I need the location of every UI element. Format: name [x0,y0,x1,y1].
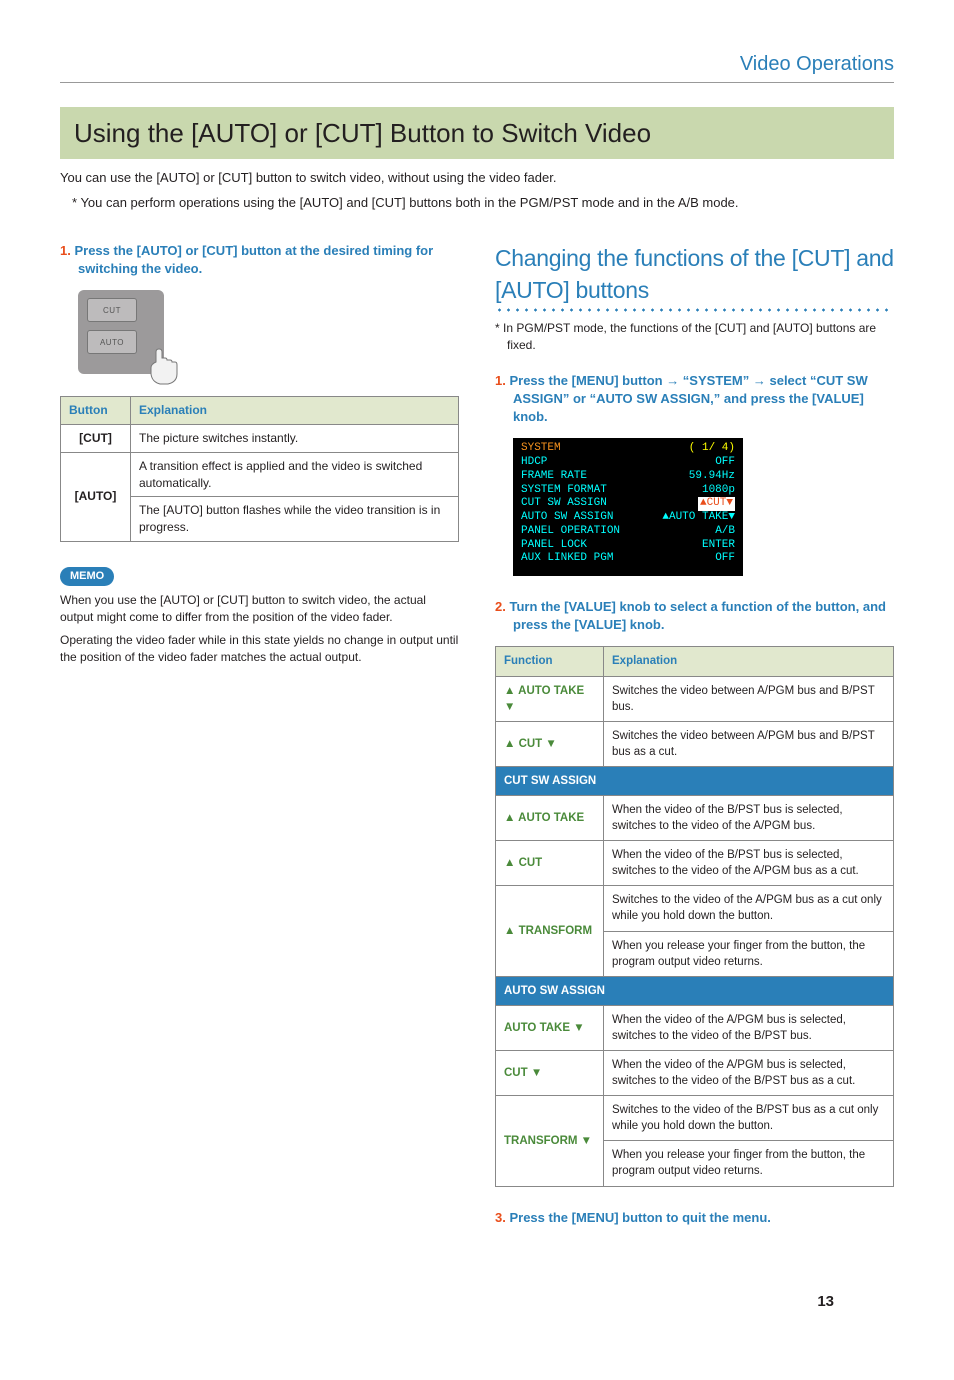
table-row-label: [CUT] [61,424,131,452]
table-row-value: The [AUTO] button flashes while the vide… [131,497,459,542]
menu-item: FRAME RATE [521,470,587,484]
func-explain: When you release your finger from the bu… [604,1141,894,1186]
table-row-label: [AUTO] [61,452,131,541]
func-name: ▲ AUTO TAKE [496,795,604,840]
menu-item: SYSTEM FORMAT [521,484,607,498]
menu-value: ▲AUTO TAKE▼ [662,511,735,525]
func-explain: When you release your finger from the bu… [604,931,894,976]
func-name: ▲ AUTO TAKE ▼ [496,676,604,721]
func-explain: When the video of the A/PGM bus is selec… [604,1051,894,1096]
menu-item: AUTO SW ASSIGN [521,511,613,525]
menu-value: OFF [715,552,735,566]
func-explain: When the video of the B/PST bus is selec… [604,841,894,886]
table-header: Explanation [131,397,459,425]
func-explain: Switches to the video of the A/PGM bus a… [604,886,894,931]
menu-value-highlighted: ▲CUT▼ [698,497,735,511]
func-explain: Switches the video between A/PGM bus and… [604,676,894,721]
page-header: Video Operations [60,50,894,83]
menu-value: OFF [715,456,735,470]
menu-item: PANEL LOCK [521,539,587,553]
menu-item: PANEL OPERATION [521,525,620,539]
table-row-value: The picture switches instantly. [131,424,459,452]
hand-pointer-icon [146,344,182,386]
step-text: Press the [AUTO] or [CUT] button at the … [74,243,433,276]
step-text: Press the [MENU] button → “SYSTEM” → sel… [509,373,867,424]
menu-value: A/B [715,525,735,539]
intro-note: You can perform operations using the [AU… [72,194,894,212]
menu-value: ENTER [702,539,735,553]
function-table: Function Explanation ▲ AUTO TAKE ▼ Switc… [495,646,894,1186]
subsection-note: In PGM/PST mode, the functions of the [C… [495,320,894,354]
section-title: Using the [AUTO] or [CUT] Button to Swit… [60,107,894,159]
table-header: Button [61,397,131,425]
memo-badge: MEMO [60,567,114,586]
menu-item: CUT SW ASSIGN [521,497,607,511]
auto-button-icon: AUTO [87,330,137,354]
func-name: CUT ▼ [496,1051,604,1096]
func-explain: Switches to the video of the B/PST bus a… [604,1096,894,1141]
right-step-2: 2. Turn the [VALUE] knob to select a fun… [495,598,894,634]
func-section: CUT SW ASSIGN [496,766,894,795]
menu-value: 59.94Hz [689,470,735,484]
func-name: ▲ CUT [496,841,604,886]
subsection-heading: Changing the functions of the [CUT] and … [495,242,894,306]
step-number: 1. [495,373,506,388]
menu-value: 1080p [702,484,735,498]
menu-screenshot: SYSTEM( 1/ 4) HDCPOFF FRAME RATE59.94Hz … [513,438,743,576]
left-step-1: 1. Press the [AUTO] or [CUT] button at t… [60,242,459,278]
button-explain-table: Button Explanation [CUT] The picture swi… [60,396,459,542]
step-text: Press the [MENU] button to quit the menu… [509,1210,770,1225]
button-illustration: CUT AUTO [78,290,164,374]
cut-button-icon: CUT [87,298,137,322]
table-header: Explanation [604,647,894,676]
dotted-rule [495,308,894,312]
memo-text: When you use the [AUTO] or [CUT] button … [60,592,459,626]
func-name: ▲ TRANSFORM [496,886,604,976]
func-name: AUTO TAKE ▼ [496,1005,604,1050]
step-text: Turn the [VALUE] knob to select a functi… [509,599,886,632]
func-name: ▲ CUT ▼ [496,721,604,766]
menu-page: ( 1/ 4) [689,442,735,456]
right-step-1: 1. Press the [MENU] button → “SYSTEM” → … [495,372,894,427]
step-number: 3. [495,1210,506,1225]
step-number: 2. [495,599,506,614]
func-name: TRANSFORM ▼ [496,1096,604,1186]
table-row-value: A transition effect is applied and the v… [131,452,459,497]
menu-item: HDCP [521,456,547,470]
func-explain: When the video of the B/PST bus is selec… [604,795,894,840]
step-number: 1. [60,243,71,258]
func-explain: When the video of the A/PGM bus is selec… [604,1005,894,1050]
func-explain: Switches the video between A/PGM bus and… [604,721,894,766]
intro-text: You can use the [AUTO] or [CUT] button t… [60,169,894,187]
menu-item: AUX LINKED PGM [521,552,613,566]
memo-text: Operating the video fader while in this … [60,632,459,666]
table-header: Function [496,647,604,676]
func-section: AUTO SW ASSIGN [496,976,894,1005]
page-number: 13 [817,1291,834,1312]
right-step-3: 3. Press the [MENU] button to quit the m… [495,1209,894,1227]
menu-title: SYSTEM [521,442,561,456]
